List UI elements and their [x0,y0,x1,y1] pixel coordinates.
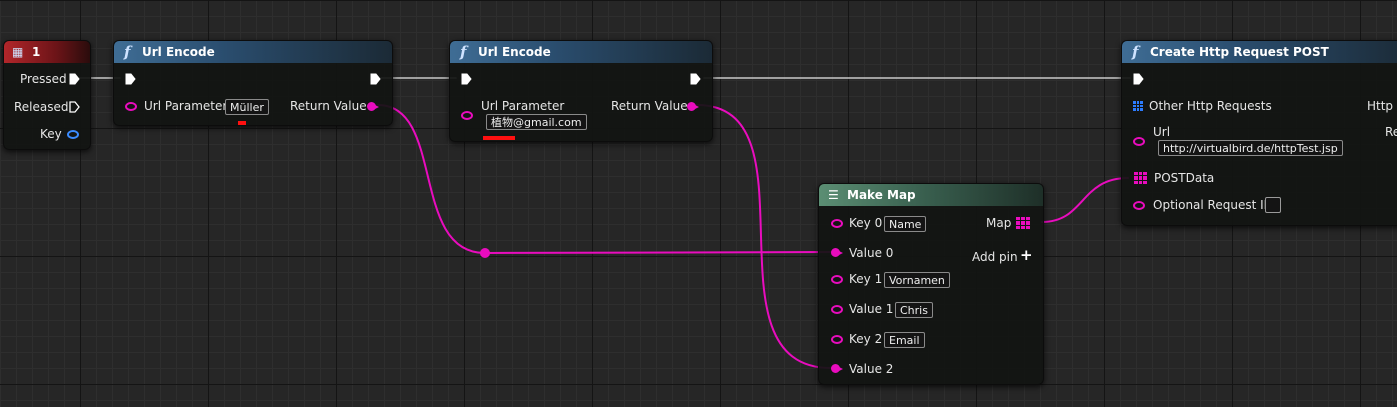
url-encode-2-exec-in-pin[interactable] [461,73,472,85]
postdata-label: POSTData [1154,171,1215,185]
value1-pin[interactable] [831,305,843,314]
url-encode-1-header[interactable]: f Url Encode [114,41,392,63]
url-encode-node-1[interactable]: f Url Encode Url Parameter Müller Return… [113,40,393,126]
key0-pin[interactable] [831,219,843,228]
make-map-node[interactable]: ☰ Make Map Key 0 Name Value 0 Key 1 Vorn… [818,183,1044,385]
key1-input[interactable]: Vornamen [884,272,950,288]
released-label: Released [14,100,69,114]
url-input[interactable]: http://virtualbird.de/httpTest.jsp [1158,140,1343,156]
value1-label: Value 1 [849,302,894,316]
url-parameter-1-error-underline [238,121,246,125]
value1-input[interactable]: Chris [895,302,933,318]
other-http-requests-pin[interactable] [1133,101,1143,111]
wire-reroute-knot[interactable] [480,248,490,258]
url-parameter-2-input[interactable]: 植物@gmail.com [486,114,587,130]
add-pin-plus-icon[interactable]: + [1020,246,1033,264]
function-icon: f [1132,43,1139,61]
key2-pin[interactable] [831,335,843,344]
url-parameter-1-label: Url Parameter [144,99,228,113]
return-value-1-label: Return Value [290,99,367,113]
value2-label: Value 2 [849,362,894,376]
key1-pin[interactable] [831,275,843,284]
value0-label: Value 0 [849,246,894,260]
data-wire-encode2-to-value2 [696,104,832,369]
key0-input[interactable]: Name [884,216,927,232]
return-value-2-pin[interactable] [687,102,699,111]
add-pin-label[interactable]: Add pin [972,248,1018,266]
create-http-exec-in-pin[interactable] [1133,73,1144,85]
url-encode-2-exec-out-pin[interactable] [690,73,701,85]
key0-label: Key 0 [849,216,883,230]
map-output-pin[interactable] [1016,217,1030,229]
url-parameter-1-input[interactable]: Müller [225,99,269,115]
postdata-pin[interactable] [1134,172,1147,184]
key1-label: Key 1 [849,272,883,286]
url-parameter-1-pin[interactable] [125,102,137,111]
released-exec-pin[interactable] [69,101,80,113]
map-icon: ☰ [828,188,839,202]
pressed-label: Pressed [20,72,67,86]
url-parameter-2-pin[interactable] [461,111,473,120]
optional-request-id-pin[interactable] [1133,201,1145,210]
url-encode-1-exec-in-pin[interactable] [125,73,136,85]
key2-input[interactable]: Email [884,332,925,348]
key-struct-pin[interactable] [67,130,79,139]
url-encode-2-header[interactable]: f Url Encode [450,41,712,63]
make-map-title: Make Map [847,188,916,202]
event-node-header[interactable]: ▦ 1 [4,41,90,63]
pressed-exec-pin[interactable] [69,73,80,85]
keyboard-event-icon: ▦ [12,45,24,59]
key-label: Key [40,127,62,141]
create-http-title: Create Http Request POST [1150,45,1329,59]
optional-request-id-checkbox[interactable] [1265,197,1281,213]
key2-label: Key 2 [849,332,883,346]
return-value-2-label: Return Value [611,99,688,113]
function-icon: f [124,43,131,61]
url-parameter-2-error-underline [483,136,515,140]
return-value-1-pin[interactable] [367,102,379,111]
event-node-title: 1 [32,45,41,59]
value0-pin[interactable] [831,248,843,257]
keyboard-event-node[interactable]: ▦ 1 Pressed Released Key [3,40,91,150]
optional-request-id-label: Optional Request ID [1153,198,1273,212]
create-http-header[interactable]: f Create Http Request POST [1122,41,1397,63]
url-encode-node-2[interactable]: f Url Encode Url Parameter 植物@gmail.com … [449,40,713,142]
url-parameter-2-label: Url Parameter [481,99,565,113]
request-id-output-label: Rec [1385,125,1397,139]
function-icon: f [460,43,467,61]
url-encode-1-exec-out-pin[interactable] [370,73,381,85]
other-http-requests-label: Other Http Requests [1149,99,1272,113]
url-pin[interactable] [1133,137,1145,146]
create-http-request-post-node[interactable]: f Create Http Request POST Other Http Re… [1121,40,1397,226]
url-encode-1-title: Url Encode [142,45,215,59]
url-label: Url [1153,125,1171,139]
http-request-output-label: Http R [1367,99,1397,113]
value2-pin[interactable] [831,364,843,373]
make-map-header[interactable]: ☰ Make Map [819,184,1043,206]
url-encode-2-title: Url Encode [478,45,551,59]
data-wire-map-to-postdata [1041,177,1129,223]
map-output-label: Map [986,216,1012,230]
